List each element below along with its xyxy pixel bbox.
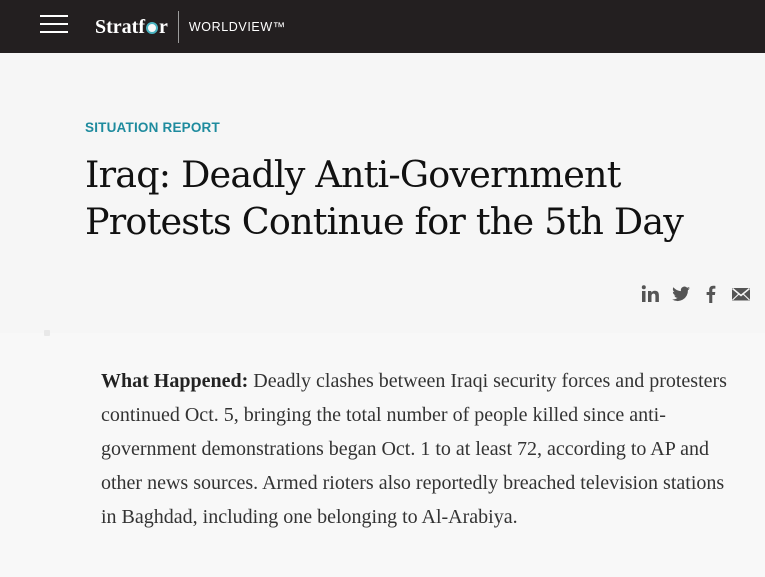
article-body: What Happened: Deadly clashes between Ir… — [101, 364, 741, 534]
article-title: Iraq: Deadly Anti-Government Protests Co… — [85, 153, 684, 243]
lead-text: Deadly clashes between Iraqi security fo… — [101, 370, 727, 528]
menu-line — [40, 31, 68, 33]
brand-subtitle: WORLDVIEW™ — [188, 20, 286, 34]
facebook-icon[interactable] — [701, 284, 721, 304]
logo-divider — [177, 11, 179, 43]
stratfor-logo[interactable]: Stratf r WORLDVIEW™ — [95, 11, 286, 43]
share-icons — [641, 283, 751, 305]
decorative-mark — [44, 330, 50, 336]
top-navigation-bar: Stratf r WORLDVIEW™ — [0, 0, 765, 53]
email-icon[interactable] — [731, 284, 751, 304]
brand-name: Stratf r — [95, 15, 168, 38]
linkedin-icon[interactable] — [641, 284, 661, 304]
twitter-icon[interactable] — [671, 284, 691, 304]
menu-line — [40, 15, 68, 17]
hamburger-menu-icon[interactable] — [40, 14, 68, 36]
menu-line — [40, 23, 68, 25]
article-category-link[interactable]: SITUATION REPORT — [85, 120, 220, 135]
logo-o-icon — [145, 21, 158, 34]
lead-label: What Happened: — [101, 370, 249, 392]
